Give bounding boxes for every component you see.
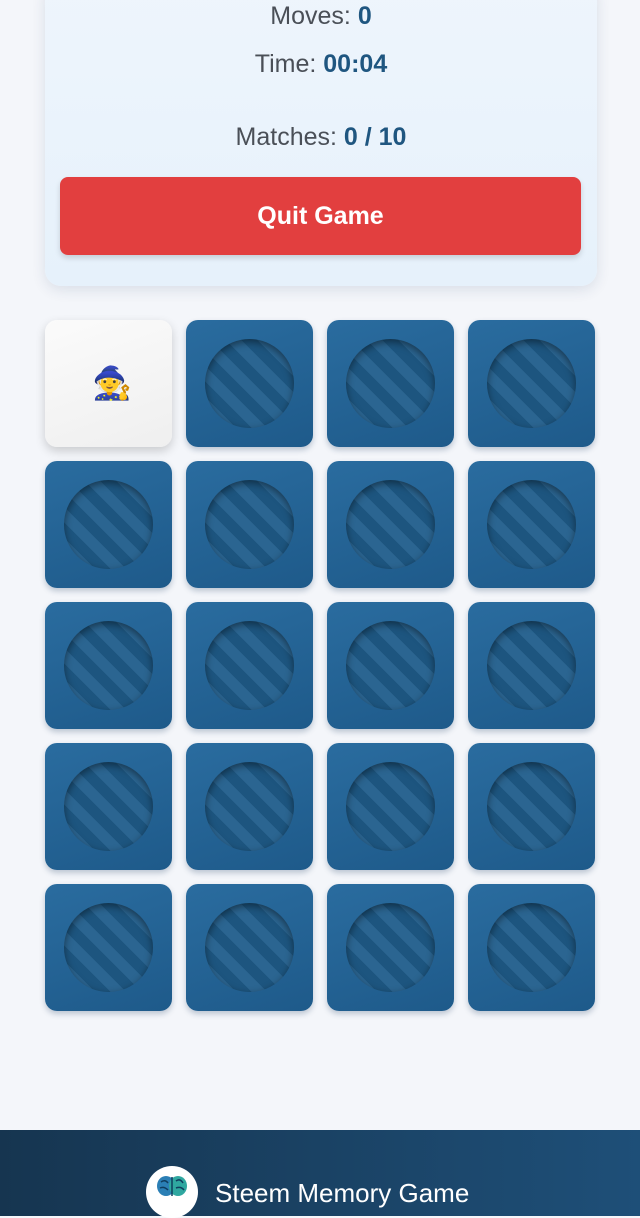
card-back-pattern: [346, 339, 435, 428]
memory-card-face-down[interactable]: [327, 884, 454, 1011]
memory-card-face-up[interactable]: 🧙: [45, 320, 172, 447]
quit-game-button[interactable]: Quit Game: [60, 177, 581, 255]
memory-card-face-down[interactable]: [186, 461, 313, 588]
memory-card-face-down[interactable]: [186, 602, 313, 729]
moves-label: Moves:: [270, 2, 351, 30]
card-back-pattern: [64, 621, 153, 710]
card-back-pattern: [205, 903, 294, 992]
card-back-pattern: [346, 903, 435, 992]
card-back-pattern: [346, 480, 435, 569]
moves-value: 0: [357, 2, 372, 30]
card-back-pattern: [346, 621, 435, 710]
brain-icon: [146, 1166, 198, 1218]
memory-card-face-down[interactable]: [186, 884, 313, 1011]
card-back-pattern: [205, 480, 294, 569]
card-back-pattern: [205, 621, 294, 710]
memory-card-face-down[interactable]: [327, 602, 454, 729]
memory-card-face-down[interactable]: [327, 461, 454, 588]
gnome-icon: 🧙: [92, 365, 132, 401]
card-back-pattern: [487, 621, 576, 710]
memory-card-face-down[interactable]: [45, 884, 172, 1011]
time-label: Time:: [254, 50, 317, 78]
card-back-pattern: [487, 762, 576, 851]
card-back-pattern: [64, 480, 153, 569]
memory-card-face-down[interactable]: [468, 884, 595, 1011]
card-back-pattern: [487, 480, 576, 569]
memory-card-face-down[interactable]: [45, 461, 172, 588]
time-value: 00:04: [323, 50, 388, 78]
timer: Time: 00:04: [45, 50, 597, 79]
memory-card-face-down[interactable]: [468, 320, 595, 447]
memory-card-face-down[interactable]: [45, 602, 172, 729]
card-back-pattern: [487, 903, 576, 992]
memory-card-face-down[interactable]: [468, 743, 595, 870]
app-title: Steem Memory Game: [215, 1178, 470, 1208]
card-back-pattern: [64, 762, 153, 851]
footer: Steem Memory Game: [0, 1130, 640, 1218]
memory-card-face-down[interactable]: [468, 602, 595, 729]
card-back-pattern: [64, 903, 153, 992]
moves-counter: Moves: 0: [45, 2, 597, 31]
memory-card-face-down[interactable]: [468, 461, 595, 588]
memory-card-face-down[interactable]: [186, 743, 313, 870]
memory-card-face-down[interactable]: [45, 743, 172, 870]
card-back-pattern: [205, 762, 294, 851]
matches-counter: Matches: 0 / 10: [45, 123, 597, 152]
matches-label: Matches:: [235, 123, 337, 151]
card-back-pattern: [205, 339, 294, 428]
memory-card-face-down[interactable]: [186, 320, 313, 447]
stats-panel: Moves: 0 Time: 00:04 Matches: 0 / 10 Qui…: [45, 0, 597, 286]
card-back-pattern: [346, 762, 435, 851]
matches-value: 0 / 10: [343, 123, 407, 151]
memory-card-face-down[interactable]: [327, 743, 454, 870]
card-back-pattern: [487, 339, 576, 428]
memory-card-face-down[interactable]: [327, 320, 454, 447]
